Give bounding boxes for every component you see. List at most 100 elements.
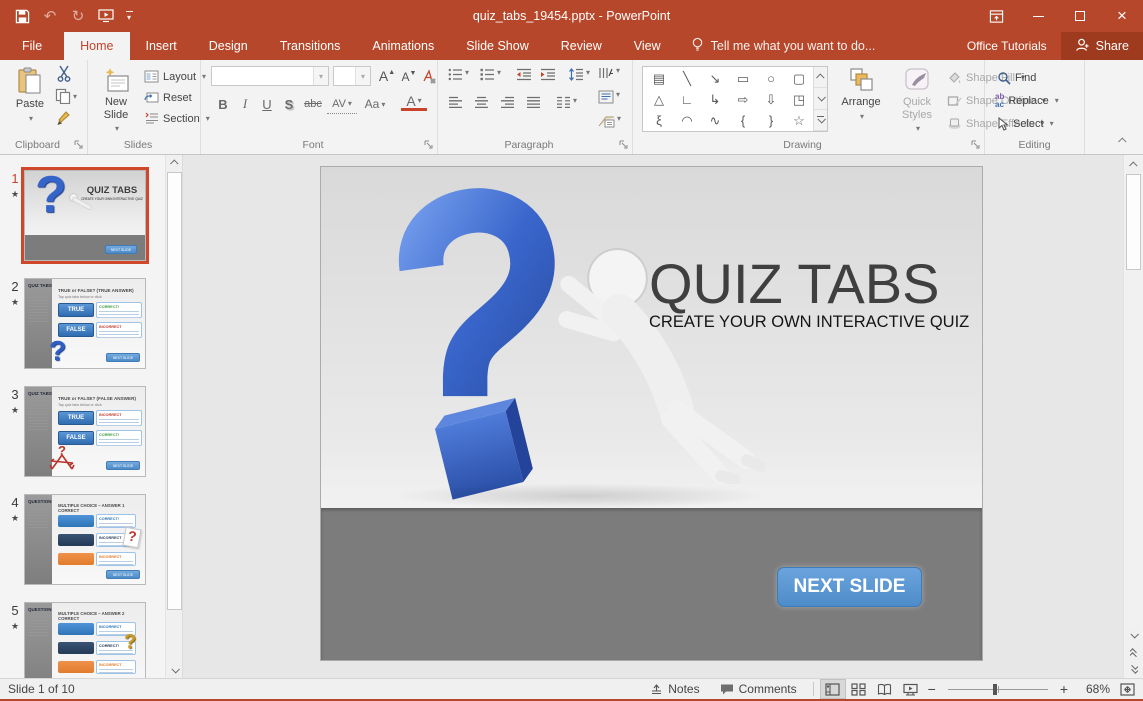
close-button[interactable]: ×: [1101, 0, 1143, 32]
customize-qat-icon[interactable]: ▾: [122, 9, 136, 23]
zoom-slider-thumb[interactable]: [993, 684, 997, 695]
align-text-icon[interactable]: [598, 90, 620, 104]
shape-rectangle[interactable]: ▭: [729, 68, 757, 89]
slide-thumbnail-3[interactable]: QUIZ TABS TRUE or FALSE? (FALSE ANSWER) …: [24, 386, 146, 477]
normal-view-button[interactable]: [820, 679, 846, 699]
align-center-icon[interactable]: [474, 96, 489, 114]
clear-formatting-icon[interactable]: [419, 66, 439, 86]
slideshow-view-button[interactable]: [898, 679, 924, 699]
editor-scroll-down-icon[interactable]: [1126, 627, 1141, 643]
shape-oval[interactable]: ○: [757, 68, 785, 89]
start-from-beginning-icon[interactable]: [94, 4, 118, 28]
previous-slide-icon[interactable]: [1126, 645, 1141, 661]
numbering-icon[interactable]: [480, 68, 501, 81]
shape-curve[interactable]: ∿: [701, 110, 729, 131]
zoom-slider[interactable]: [948, 689, 1048, 690]
reset-button[interactable]: Reset: [144, 87, 192, 108]
replace-button[interactable]: abac Replace: [995, 90, 1059, 111]
paragraph-dialog-launcher-icon[interactable]: [619, 140, 629, 150]
shape-down-arrow[interactable]: ⇩: [757, 89, 785, 110]
change-case-icon[interactable]: Aa: [361, 94, 389, 114]
shape-elbow-arrow[interactable]: ↳: [701, 89, 729, 110]
editor-scroll-thumb[interactable]: [1126, 174, 1141, 270]
slide-canvas[interactable]: QUIZ TABS CREATE YOUR OWN INTERACTIVE QU…: [320, 166, 983, 661]
editor-scroll-up-icon[interactable]: [1126, 157, 1141, 173]
text-direction-icon[interactable]: [598, 66, 620, 80]
format-painter-icon[interactable]: [56, 110, 73, 132]
account-name[interactable]: Office Tutorials: [967, 32, 1047, 60]
tell-me-box[interactable]: Tell me what you want to do...: [691, 32, 876, 60]
shape-gallery-scroll-down-icon[interactable]: [814, 88, 827, 109]
increase-indent-icon[interactable]: [540, 68, 556, 86]
italic-icon[interactable]: I: [235, 94, 255, 114]
next-slide-icon[interactable]: [1126, 661, 1141, 677]
slide-thumbnail-1[interactable]: ? QUIZ TABS CREATE YOUR OWN INTERACTIVE …: [24, 170, 146, 261]
font-name-combobox[interactable]: ▾: [211, 66, 329, 86]
tab-transitions[interactable]: Transitions: [264, 32, 357, 60]
thumbnail-scroll-down-icon[interactable]: [167, 662, 182, 678]
next-slide-button[interactable]: NEXT SLIDE: [777, 567, 922, 607]
animation-star-icon[interactable]: ★: [11, 513, 19, 524]
notes-button[interactable]: Notes: [640, 679, 709, 699]
new-slide-button[interactable]: New Slide: [94, 62, 138, 133]
slide-sorter-view-button[interactable]: [846, 679, 872, 699]
text-shadow-icon[interactable]: S: [279, 94, 299, 114]
zoom-in-button[interactable]: +: [1056, 681, 1072, 697]
shape-line-arrow[interactable]: ↘: [701, 68, 729, 89]
cut-icon[interactable]: [56, 65, 73, 87]
slide-title[interactable]: QUIZ TABS: [649, 251, 931, 316]
ribbon-display-options-icon[interactable]: [975, 0, 1017, 32]
shape-gallery-scroll-up-icon[interactable]: [814, 67, 827, 88]
shape-text-box[interactable]: ▤: [645, 68, 673, 89]
tab-view[interactable]: View: [618, 32, 677, 60]
shape-star[interactable]: ☆: [785, 110, 813, 131]
arrange-button[interactable]: Arrange: [833, 62, 889, 121]
share-button[interactable]: Share: [1061, 32, 1143, 60]
zoom-level[interactable]: 68%: [1072, 682, 1110, 696]
shape-right-arrow[interactable]: ⇨: [729, 89, 757, 110]
tab-file[interactable]: File: [0, 32, 64, 60]
justify-icon[interactable]: [526, 96, 541, 114]
animation-star-icon[interactable]: ★: [11, 297, 19, 308]
slide-thumbnail-4[interactable]: QUESTION MULTIPLE CHOICE – ANSWER 1 CORR…: [24, 494, 146, 585]
font-size-combobox[interactable]: ▾: [333, 66, 371, 86]
redo-icon[interactable]: ↻: [66, 4, 90, 28]
tab-home[interactable]: Home: [64, 32, 129, 60]
slide-indicator[interactable]: Slide 1 of 10: [0, 682, 75, 696]
character-spacing-icon[interactable]: AV: [327, 94, 357, 114]
font-dialog-launcher-icon[interactable]: [424, 140, 434, 150]
align-right-icon[interactable]: [500, 96, 515, 114]
thumbnail-scrollbar[interactable]: [165, 155, 182, 678]
comments-button[interactable]: Comments: [710, 679, 807, 699]
line-spacing-icon[interactable]: [568, 68, 590, 81]
convert-smartart-icon[interactable]: [598, 114, 621, 128]
animation-star-icon[interactable]: ★: [11, 405, 19, 416]
thumbnail-scroll-thumb[interactable]: [167, 172, 182, 610]
save-icon[interactable]: [10, 4, 34, 28]
font-color-icon[interactable]: A: [401, 93, 427, 111]
shape-right-brace[interactable]: }: [757, 110, 785, 131]
shape-triangle[interactable]: △: [645, 89, 673, 110]
animation-star-icon[interactable]: ★: [11, 621, 19, 632]
bullets-icon[interactable]: [448, 68, 469, 81]
paste-button[interactable]: Paste: [8, 62, 52, 123]
slide-thumbnail-5[interactable]: QUESTION MULTIPLE CHOICE – ANSWER 2 CORR…: [24, 602, 146, 678]
bold-icon[interactable]: B: [213, 94, 233, 114]
zoom-out-button[interactable]: −: [924, 681, 940, 697]
shape-rounded-rectangle[interactable]: ▢: [785, 68, 813, 89]
shape-line[interactable]: ╲: [673, 68, 701, 89]
undo-icon[interactable]: ↶: [38, 4, 62, 28]
quick-styles-button[interactable]: Quick Styles: [891, 62, 943, 133]
font-name-dropdown-icon[interactable]: ▾: [313, 67, 328, 85]
tab-review[interactable]: Review: [545, 32, 618, 60]
shape-gallery-more-icon[interactable]: [814, 110, 827, 131]
copy-icon[interactable]: [55, 88, 77, 104]
reading-view-button[interactable]: [872, 679, 898, 699]
shape-corner[interactable]: ◳: [785, 89, 813, 110]
decrease-indent-icon[interactable]: [516, 68, 532, 86]
drawing-dialog-launcher-icon[interactable]: [971, 140, 981, 150]
slide-subtitle[interactable]: CREATE YOUR OWN INTERACTIVE QUIZ: [649, 313, 931, 332]
strikethrough-icon[interactable]: abc: [301, 94, 325, 114]
shape-freeform[interactable]: ξ: [645, 110, 673, 131]
align-left-icon[interactable]: [448, 96, 463, 114]
